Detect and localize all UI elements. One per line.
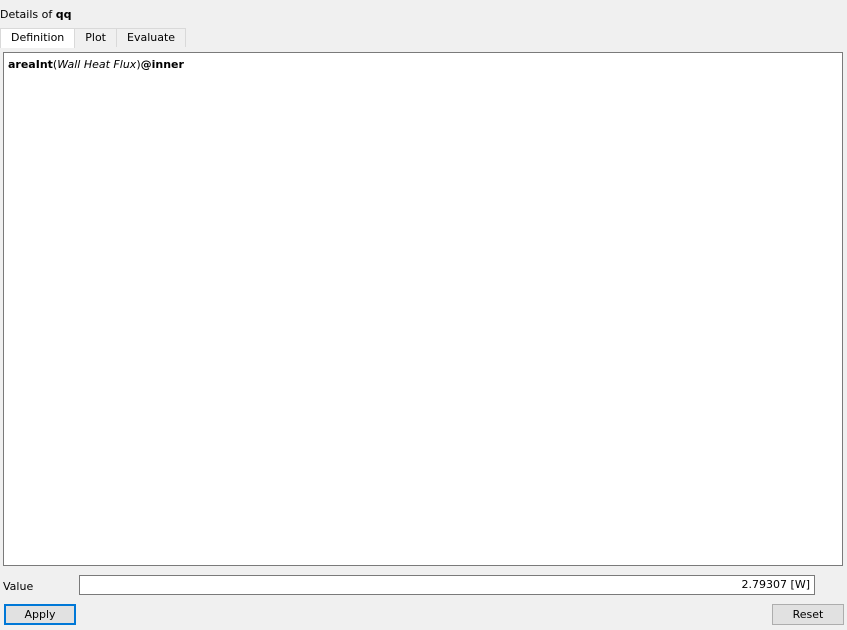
reset-button[interactable]: Reset <box>772 604 844 625</box>
tab-definition[interactable]: Definition <box>0 28 76 48</box>
window-title: Details of qq <box>0 8 71 21</box>
expression-editor[interactable]: areaInt(Wall Heat Flux)@inner <box>3 52 843 566</box>
title-name: qq <box>55 8 72 21</box>
expression-location: @inner <box>140 58 184 71</box>
value-label: Value <box>3 580 34 593</box>
expression-line: areaInt(Wall Heat Flux)@inner <box>8 58 838 71</box>
expression-argument: Wall Heat Flux <box>57 58 137 71</box>
value-field: 2.79307 [W] <box>79 575 815 595</box>
tab-evaluate[interactable]: Evaluate <box>116 28 187 47</box>
tab-plot[interactable]: Plot <box>74 28 117 47</box>
tab-bar: Definition Plot Evaluate <box>0 28 187 48</box>
title-prefix: Details of <box>0 8 53 21</box>
expression-function: areaInt <box>8 58 53 71</box>
apply-button[interactable]: Apply <box>4 604 76 625</box>
